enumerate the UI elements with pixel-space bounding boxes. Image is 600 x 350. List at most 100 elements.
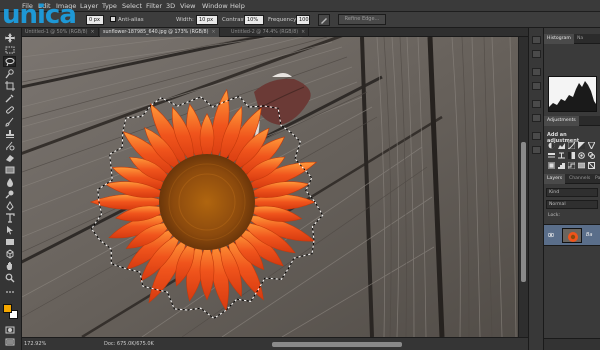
pen-tool[interactable] xyxy=(3,200,16,211)
gradient-icon xyxy=(5,166,14,173)
shape-tool[interactable] xyxy=(3,236,16,247)
quick-selection-tool[interactable] xyxy=(3,68,16,79)
photo-filter-icon[interactable] xyxy=(578,152,585,159)
ellipsis-icon xyxy=(5,290,14,293)
gradient-tool[interactable] xyxy=(3,164,16,175)
tablet-pressure-button[interactable] xyxy=(318,14,330,26)
menu-help[interactable]: Help xyxy=(230,2,245,10)
type-tool[interactable] xyxy=(3,212,16,223)
magnetic-lasso-tool[interactable] xyxy=(3,56,16,67)
brightness-contrast-icon[interactable] xyxy=(548,142,555,149)
vertical-scroll-thumb[interactable] xyxy=(521,142,526,282)
tab-sunflower[interactable]: sunflower-187985_640.jpg @ 173% (RGB/8) × xyxy=(100,28,220,37)
horizontal-scroll-thumb[interactable] xyxy=(272,342,402,347)
menu-bar: File Edit Image Layer Type Select Filter… xyxy=(0,0,600,12)
refine-edge-button[interactable]: Refine Edge... xyxy=(338,14,386,25)
history-panel-icon[interactable] xyxy=(532,36,541,44)
collapsed-panel-strip xyxy=(528,28,544,350)
invert-icon[interactable] xyxy=(548,162,555,169)
color-balance-icon[interactable] xyxy=(558,152,565,159)
posterize-icon[interactable] xyxy=(558,162,565,169)
history-brush-tool[interactable] xyxy=(3,140,16,151)
color-swatches[interactable] xyxy=(3,304,19,320)
tab-channels[interactable]: Channels xyxy=(566,174,593,184)
unica-logo: unica xyxy=(2,0,77,30)
contrast-input[interactable]: 10% xyxy=(244,15,264,25)
vibrance-icon[interactable] xyxy=(588,142,595,149)
quick-mask-button[interactable] xyxy=(3,324,16,335)
width-input[interactable]: 10 px xyxy=(196,15,218,25)
tab-adjustments[interactable]: Adjustments xyxy=(544,116,579,126)
levels-icon[interactable] xyxy=(558,142,565,149)
menu-window[interactable]: Window xyxy=(202,2,228,10)
menu-layer[interactable]: Layer xyxy=(80,2,98,10)
tab-untitled-1[interactable]: Untitled-1 @ 50% (RGB/8) × xyxy=(22,28,99,37)
clone-stamp-tool[interactable] xyxy=(3,128,16,139)
tab-label: sunflower-187985_640.jpg @ 173% (RGB/8) xyxy=(103,30,209,35)
hue-saturation-icon[interactable] xyxy=(548,152,555,159)
close-icon[interactable]: × xyxy=(301,30,305,35)
tab-untitled-2[interactable]: Untitled-2 @ 74.4% (RGB/8) × xyxy=(228,28,310,37)
more-tools[interactable] xyxy=(3,286,16,297)
menu-type[interactable]: Type xyxy=(102,2,117,10)
status-bar: 172.92% Doc: 675.0K/675.0K xyxy=(22,337,528,350)
tab-label: Untitled-1 @ 50% (RGB/8) xyxy=(25,30,88,35)
brush-panel-icon[interactable] xyxy=(532,100,541,108)
3d-rotate-icon xyxy=(6,248,13,259)
foreground-color-swatch[interactable] xyxy=(3,304,12,313)
tab-layers[interactable]: Layers xyxy=(544,174,566,184)
kind-label: Kind xyxy=(549,190,560,195)
gradient-map-icon[interactable] xyxy=(578,162,585,169)
tab-navigator[interactable]: Na xyxy=(574,34,586,44)
menu-view[interactable]: View xyxy=(180,2,195,10)
blur-tool[interactable] xyxy=(3,176,16,187)
crop-tool[interactable] xyxy=(3,80,16,91)
document-canvas[interactable] xyxy=(22,37,518,337)
properties-panel-icon[interactable] xyxy=(532,132,541,140)
character-panel-icon[interactable] xyxy=(532,68,541,76)
path-selection-tool[interactable] xyxy=(3,224,16,235)
lock-row: Lock: xyxy=(546,212,598,221)
histogram-chart xyxy=(549,81,596,111)
layer-filter-kind[interactable]: Kind xyxy=(546,188,598,197)
layer-background[interactable]: Ba xyxy=(544,224,600,246)
menu-filter[interactable]: Filter xyxy=(146,2,162,10)
3d-tool[interactable] xyxy=(3,248,16,259)
move-tool[interactable] xyxy=(3,32,16,43)
zoom-tool[interactable] xyxy=(3,272,16,283)
paragraph-panel-icon[interactable] xyxy=(532,82,541,90)
anti-alias-checkbox[interactable] xyxy=(110,16,116,22)
curves-icon[interactable] xyxy=(568,142,575,149)
width-label: Width: xyxy=(176,17,194,23)
channel-mixer-icon[interactable] xyxy=(588,152,595,159)
selective-color-icon[interactable] xyxy=(588,162,595,169)
adjustments-panel-tabs: Adjustments xyxy=(544,116,600,126)
info-panel-icon[interactable] xyxy=(532,146,541,154)
eyedropper-tool[interactable] xyxy=(3,92,16,103)
exposure-icon[interactable] xyxy=(578,142,585,149)
zoom-level[interactable]: 172.92% xyxy=(24,341,46,347)
feather-input[interactable]: 0 px xyxy=(86,15,104,25)
eraser-tool[interactable] xyxy=(3,152,16,163)
vertical-scrollbar[interactable] xyxy=(518,37,528,337)
menu-3d[interactable]: 3D xyxy=(166,2,175,10)
blend-mode-select[interactable]: Normal xyxy=(546,200,598,209)
tab-paths[interactable]: Paths xyxy=(592,174,600,184)
dodge-tool[interactable] xyxy=(3,188,16,199)
frequency-input[interactable]: 100 xyxy=(296,15,310,25)
tab-histogram[interactable]: Histogram xyxy=(544,34,574,44)
clone-source-panel-icon[interactable] xyxy=(532,114,541,122)
eye-icon[interactable] xyxy=(548,232,554,238)
hand-tool[interactable] xyxy=(3,260,16,271)
blend-mode-value: Normal xyxy=(549,202,566,207)
menu-select[interactable]: Select xyxy=(122,2,142,10)
screen-mode-button[interactable] xyxy=(3,336,16,347)
close-icon[interactable]: × xyxy=(91,30,95,35)
brush-tool[interactable] xyxy=(3,116,16,127)
healing-brush-tool[interactable] xyxy=(3,104,16,115)
marquee-tool[interactable] xyxy=(3,44,16,55)
black-white-icon[interactable] xyxy=(568,152,575,159)
threshold-icon[interactable] xyxy=(568,162,575,169)
actions-panel-icon[interactable] xyxy=(532,50,541,58)
close-icon[interactable]: × xyxy=(211,30,215,35)
